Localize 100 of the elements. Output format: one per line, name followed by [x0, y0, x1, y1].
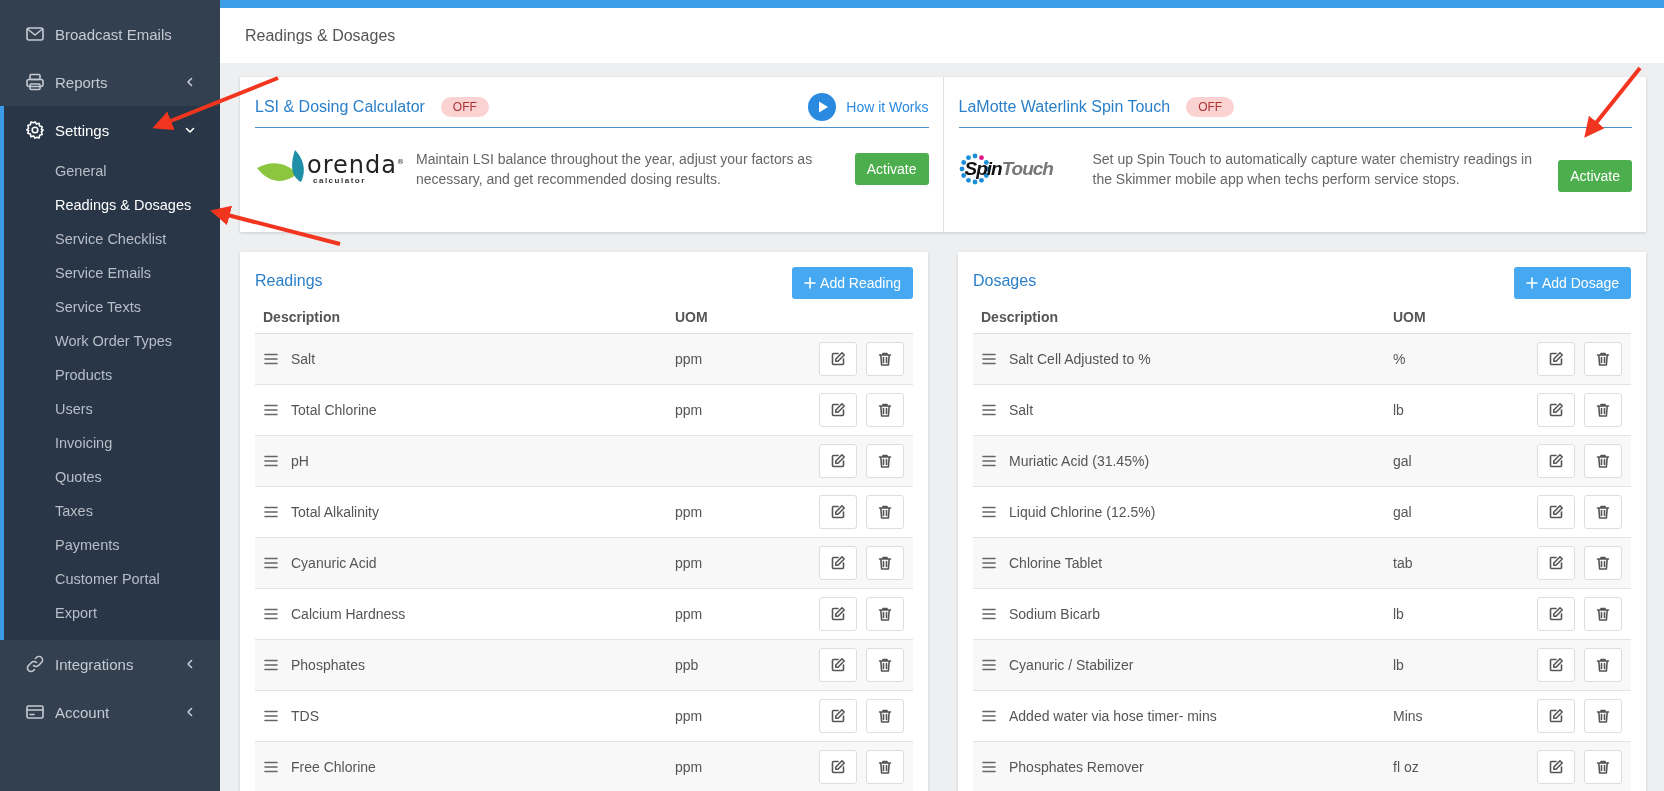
- annotation-arrow: [1584, 66, 1642, 138]
- sidebar-subitem[interactable]: Work Order Types: [4, 324, 173, 358]
- table-cell-text: TDS: [291, 708, 320, 724]
- edit-button[interactable]: [819, 546, 857, 580]
- drag-handle-icon: [981, 709, 997, 723]
- edit-icon: [1548, 402, 1564, 418]
- drag-handle-icon: [981, 505, 997, 519]
- edit-button[interactable]: [1537, 444, 1575, 478]
- edit-icon: [830, 759, 846, 775]
- delete-button[interactable]: [1584, 342, 1622, 376]
- edit-button[interactable]: [819, 699, 857, 733]
- edit-icon: [830, 657, 846, 673]
- sidebar-subitem[interactable]: Quotes: [4, 460, 102, 494]
- table-cell-text: tab: [1393, 555, 1414, 571]
- delete-button[interactable]: [866, 444, 904, 478]
- table-cell-text: ppb: [675, 657, 700, 673]
- trash-icon: [877, 708, 893, 724]
- delete-button[interactable]: [866, 495, 904, 529]
- sidebar-subitem[interactable]: Users: [4, 392, 93, 426]
- credit-card-icon: [25, 702, 45, 722]
- edit-button[interactable]: [819, 750, 857, 784]
- sidebar-item[interactable]: Settings: [4, 106, 220, 154]
- delete-button[interactable]: [1584, 444, 1622, 478]
- edit-button[interactable]: [819, 342, 857, 376]
- edit-button[interactable]: [819, 648, 857, 682]
- sidebar-label: Integrations: [55, 655, 135, 673]
- sidebar-subitem[interactable]: Export: [4, 596, 97, 630]
- edit-icon: [830, 453, 846, 469]
- trash-icon: [1595, 657, 1611, 673]
- delete-button[interactable]: [1584, 546, 1622, 580]
- edit-button[interactable]: [819, 495, 857, 529]
- trash-icon: [1595, 759, 1611, 775]
- table-cell-text: Total Chlorine: [291, 402, 378, 418]
- plus-icon: [804, 277, 817, 289]
- sidebar-label: Broadcast Emails: [55, 25, 173, 43]
- trash-icon: [1595, 504, 1611, 520]
- delete-button[interactable]: [1584, 699, 1622, 733]
- sidebar-item[interactable]: Integrations: [0, 640, 220, 688]
- delete-button[interactable]: [1584, 597, 1622, 631]
- edit-button[interactable]: [1537, 393, 1575, 427]
- integration-title: LSI & Dosing Calculator: [255, 98, 425, 116]
- edit-button[interactable]: [819, 393, 857, 427]
- status-badge: OFF: [440, 97, 489, 117]
- delete-button[interactable]: [866, 750, 904, 784]
- sidebar-subitem[interactable]: Customer Portal: [4, 562, 160, 596]
- column-header: Description: [981, 308, 1059, 325]
- edit-icon: [1548, 606, 1564, 622]
- delete-button[interactable]: [1584, 495, 1622, 529]
- delete-button[interactable]: [1584, 648, 1622, 682]
- status-badge: OFF: [1186, 97, 1235, 117]
- edit-button[interactable]: [1537, 495, 1575, 529]
- edit-button[interactable]: [819, 597, 857, 631]
- delete-button[interactable]: [866, 597, 904, 631]
- delete-button[interactable]: [866, 393, 904, 427]
- sidebar-subitem[interactable]: Products: [4, 358, 113, 392]
- delete-button[interactable]: [866, 546, 904, 580]
- table-cell-text: Salt Cell Adjusted to %: [1009, 351, 1152, 367]
- edit-button[interactable]: [1537, 648, 1575, 682]
- trash-icon: [1595, 606, 1611, 622]
- column-header: UOM: [675, 308, 709, 325]
- sidebar-subitem[interactable]: Invoicing: [4, 426, 113, 460]
- sidebar-subitem[interactable]: General: [4, 154, 107, 188]
- edit-icon: [830, 606, 846, 622]
- table-cell-text: Cyanuric / Stabilizer: [1009, 657, 1135, 673]
- gear-icon: [25, 120, 45, 140]
- delete-button[interactable]: [1584, 750, 1622, 784]
- delete-button[interactable]: [866, 699, 904, 733]
- sidebar-item[interactable]: Reports: [0, 58, 220, 106]
- sidebar-item[interactable]: Account: [0, 688, 220, 736]
- sidebar-subitem[interactable]: Payments: [4, 528, 120, 562]
- edit-icon: [1548, 708, 1564, 724]
- sidebar-item[interactable]: Broadcast Emails: [0, 10, 220, 58]
- delete-button[interactable]: [1584, 393, 1622, 427]
- edit-button[interactable]: [1537, 750, 1575, 784]
- edit-button[interactable]: [1537, 597, 1575, 631]
- drag-handle-icon: [981, 607, 997, 621]
- sidebar-subitem[interactable]: Taxes: [4, 494, 93, 528]
- delete-button[interactable]: [866, 648, 904, 682]
- printer-icon: [25, 72, 45, 92]
- delete-button[interactable]: [866, 342, 904, 376]
- table-cell-text: Salt: [1009, 402, 1035, 418]
- sidebar-label: Account: [55, 703, 111, 721]
- edit-button[interactable]: [819, 444, 857, 478]
- edit-button[interactable]: [1537, 342, 1575, 376]
- drag-handle-icon: [981, 658, 997, 672]
- table-cell-text: fl oz: [1393, 759, 1420, 775]
- sidebar-subitem[interactable]: Service Checklist: [4, 222, 167, 256]
- sidebar-subitem[interactable]: Service Texts: [4, 290, 141, 324]
- sidebar-subitem[interactable]: Readings & Dosages: [4, 188, 192, 222]
- how-it-works-link[interactable]: How it Works: [808, 93, 929, 121]
- edit-button[interactable]: [1537, 699, 1575, 733]
- table-cell-text: Cyanuric Acid: [291, 555, 378, 571]
- table-cell-text: Total Alkalinity: [291, 504, 380, 520]
- sidebar-subitem[interactable]: Service Emails: [4, 256, 151, 290]
- edit-button[interactable]: [1537, 546, 1575, 580]
- link-icon: [25, 654, 45, 674]
- trash-icon: [877, 504, 893, 520]
- drag-handle-icon: [263, 352, 279, 366]
- sidebar-label: Settings: [55, 121, 111, 139]
- table-cell-text: ppm: [675, 555, 704, 571]
